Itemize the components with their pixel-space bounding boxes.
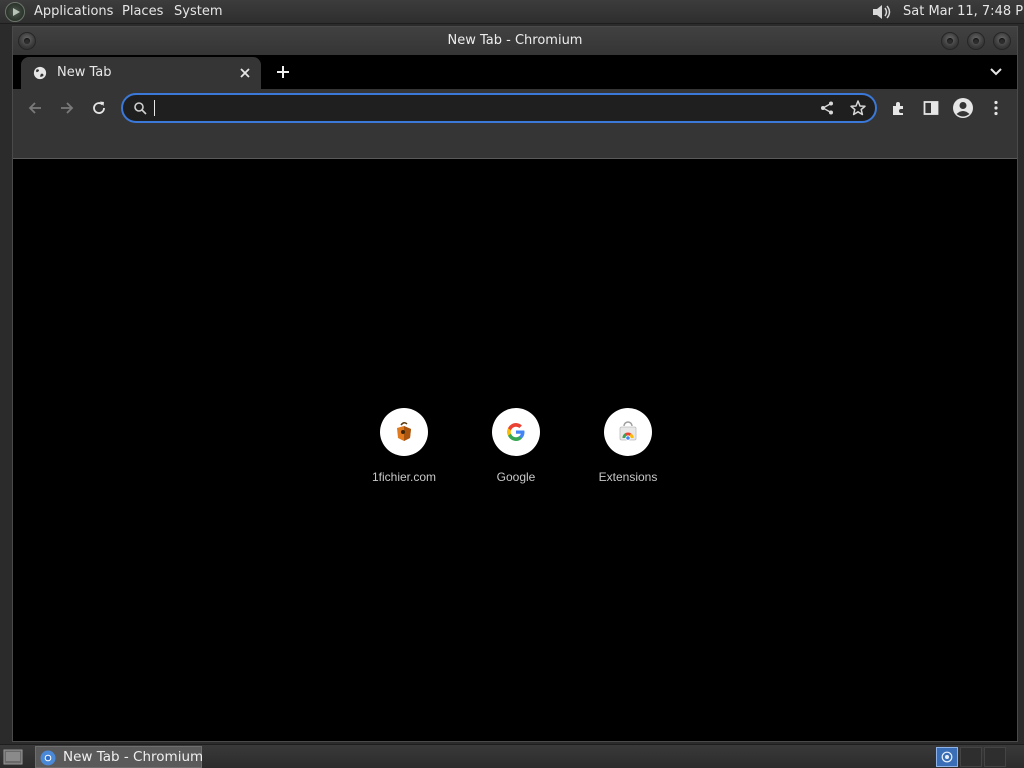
1fichier-icon <box>397 421 411 441</box>
shortcut-google[interactable]: Google <box>460 408 572 498</box>
clock[interactable]: Sat Mar 11, 7:48 PM <box>903 0 1024 24</box>
new-tab-button[interactable] <box>275 64 291 80</box>
taskbar: New Tab - Chromium <box>0 744 1024 768</box>
forward-icon[interactable] <box>58 99 76 117</box>
shortcut-icon-circle <box>492 408 540 456</box>
distro-logo[interactable] <box>5 2 25 22</box>
globe-icon <box>33 66 47 80</box>
google-icon <box>507 423 525 441</box>
window-menu-button[interactable] <box>18 32 36 50</box>
chromium-icon <box>40 750 56 766</box>
tab-strip: New Tab <box>13 55 1017 89</box>
star-icon[interactable] <box>849 99 867 117</box>
profile-icon[interactable] <box>952 97 974 119</box>
close-icon[interactable] <box>237 65 253 81</box>
side-panel-icon[interactable] <box>922 99 940 117</box>
applications-menu[interactable]: Applications <box>34 0 113 24</box>
system-menu[interactable]: System <box>174 0 222 24</box>
minimize-button[interactable] <box>941 32 959 50</box>
chromium-icon <box>941 751 953 763</box>
workspace-3[interactable] <box>984 747 1006 767</box>
tab-title: New Tab <box>57 65 112 80</box>
task-label: New Tab - Chromium <box>63 749 204 765</box>
toolbar <box>13 89 1017 127</box>
share-icon[interactable] <box>819 100 835 116</box>
places-menu[interactable]: Places <box>122 0 163 24</box>
workspace-2[interactable] <box>960 747 982 767</box>
text-caret <box>154 100 155 116</box>
maximize-button[interactable] <box>967 32 985 50</box>
show-desktop-icon[interactable] <box>3 748 23 766</box>
top-panel: Applications Places System Sat Mar 11, 7… <box>0 0 1024 24</box>
chevron-down-icon[interactable] <box>989 65 1003 79</box>
address-input[interactable] <box>153 97 803 119</box>
shortcut-icon-circle <box>604 408 652 456</box>
shortcut-1fichier[interactable]: 1fichier.com <box>348 408 460 498</box>
new-tab-page: 1fichier.com Google Extensions <box>13 160 1017 741</box>
title-bar[interactable]: New Tab - Chromium <box>13 27 1017 55</box>
workspace-1[interactable] <box>936 747 958 767</box>
menu-icon[interactable] <box>987 99 1005 117</box>
tab-new-tab[interactable]: New Tab <box>21 57 261 89</box>
chrome-web-store-icon <box>619 421 637 441</box>
search-icon <box>134 102 147 115</box>
extensions-icon[interactable] <box>890 99 908 117</box>
back-icon[interactable] <box>26 99 44 117</box>
shortcut-label: Google <box>496 470 536 484</box>
shortcut-label: Extensions <box>598 470 658 484</box>
browser-window: New Tab - Chromium New Tab 1fichier.com … <box>12 26 1018 742</box>
close-window-button[interactable] <box>993 32 1011 50</box>
reload-icon[interactable] <box>90 99 108 117</box>
shortcut-icon-circle <box>380 408 428 456</box>
window-title: New Tab - Chromium <box>447 33 583 48</box>
shortcut-label: 1fichier.com <box>371 470 437 484</box>
toolbar-extension-area <box>13 127 1017 159</box>
address-bar[interactable] <box>121 93 877 123</box>
shortcut-extensions[interactable]: Extensions <box>572 408 684 498</box>
task-button-chromium[interactable]: New Tab - Chromium <box>35 746 204 768</box>
speaker-icon[interactable] <box>870 2 894 22</box>
